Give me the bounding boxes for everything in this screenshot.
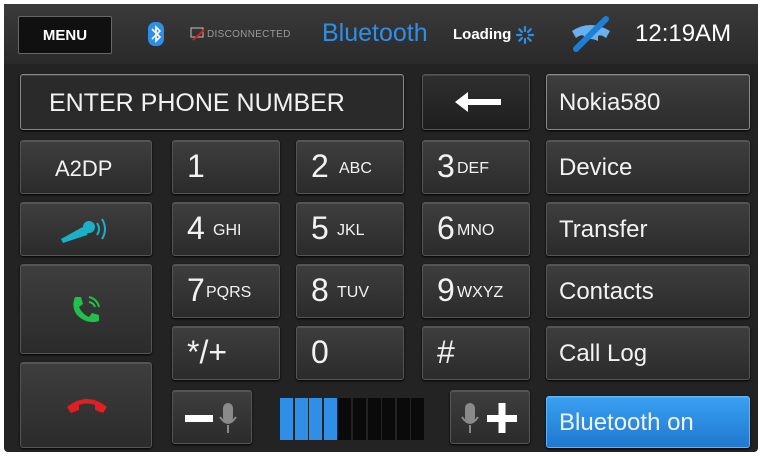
device-name-button[interactable]: Nokia580 bbox=[546, 74, 750, 130]
device-label: Device bbox=[559, 154, 633, 181]
key-hash[interactable]: # bbox=[422, 326, 530, 380]
a2dp-label: A2DP bbox=[55, 156, 113, 181]
volume-segment bbox=[353, 398, 366, 440]
volume-down-button[interactable] bbox=[172, 390, 252, 444]
key-4-letters: GHI bbox=[213, 222, 242, 239]
volume-down-icon bbox=[185, 403, 237, 433]
key-1-digit: 1 bbox=[187, 148, 205, 184]
loading-label: Loading bbox=[453, 26, 512, 43]
a2dp-button[interactable]: A2DP bbox=[20, 140, 152, 194]
device-name-label: Nokia580 bbox=[559, 89, 661, 116]
device-button[interactable]: Device bbox=[546, 140, 750, 194]
left-arrow-icon bbox=[455, 92, 501, 112]
key-7[interactable]: 7 PQRS bbox=[172, 264, 280, 318]
phone-number-placeholder: ENTER PHONE NUMBER bbox=[49, 89, 345, 117]
backspace-button[interactable] bbox=[422, 74, 530, 130]
key-3[interactable]: 3 DEF bbox=[422, 140, 530, 194]
key-2-letters: ABC bbox=[339, 160, 372, 177]
volume-segment bbox=[396, 398, 410, 440]
key-8[interactable]: 8 TUV bbox=[296, 264, 404, 318]
volume-segment bbox=[338, 398, 352, 440]
key-star-plus-label: */+ bbox=[187, 334, 228, 370]
contacts-label: Contacts bbox=[559, 278, 654, 305]
key-2[interactable]: 2 ABC bbox=[296, 140, 404, 194]
key-8-letters: TUV bbox=[337, 284, 369, 301]
volume-segment bbox=[309, 398, 323, 440]
volume-up-button[interactable] bbox=[450, 390, 530, 444]
transfer-button[interactable]: Transfer bbox=[546, 202, 750, 256]
answer-call-icon bbox=[73, 296, 100, 323]
key-3-digit: 3 bbox=[437, 148, 455, 184]
volume-segment bbox=[280, 398, 293, 440]
voice-dial-icon bbox=[61, 218, 106, 243]
key-5-digit: 5 bbox=[311, 210, 329, 246]
key-6-letters: MNO bbox=[457, 222, 495, 239]
key-7-letters: PQRS bbox=[206, 284, 252, 301]
phone-number-display[interactable]: ENTER PHONE NUMBER bbox=[20, 74, 404, 130]
clock: 12:19AM bbox=[635, 20, 732, 47]
bluetooth-on-label: Bluetooth on bbox=[559, 409, 694, 436]
volume-level-bar bbox=[280, 398, 426, 440]
key-9-letters: WXYZ bbox=[457, 284, 504, 301]
key-7-digit: 7 bbox=[187, 272, 205, 308]
status-bar: MENU DISCONNECTED Bluetooth Loading 12:1… bbox=[4, 4, 758, 64]
key-0-digit: 0 bbox=[311, 334, 329, 370]
key-6[interactable]: 6 MNO bbox=[422, 202, 530, 256]
phone-screen: MENU DISCONNECTED Bluetooth Loading 12:1… bbox=[4, 4, 758, 452]
volume-segment bbox=[367, 398, 381, 440]
menu-button[interactable]: MENU bbox=[18, 16, 112, 54]
key-8-digit: 8 bbox=[311, 272, 329, 308]
transfer-label: Transfer bbox=[559, 216, 648, 243]
page-title: Bluetooth bbox=[322, 19, 428, 47]
volume-segment bbox=[382, 398, 396, 440]
key-0[interactable]: 0 bbox=[296, 326, 404, 380]
key-1[interactable]: 1 bbox=[172, 140, 280, 194]
hang-up-icon bbox=[67, 399, 107, 413]
key-4-digit: 4 bbox=[187, 210, 205, 246]
contacts-button[interactable]: Contacts bbox=[546, 264, 750, 318]
key-star-plus[interactable]: */+ bbox=[172, 326, 280, 380]
key-5[interactable]: 5 JKL bbox=[296, 202, 404, 256]
volume-segment bbox=[294, 398, 308, 440]
key-3-letters: DEF bbox=[457, 160, 489, 177]
bluetooth-icon bbox=[148, 22, 164, 46]
hang-up-button[interactable] bbox=[20, 362, 152, 448]
volume-segment bbox=[323, 398, 337, 440]
key-2-digit: 2 bbox=[311, 148, 329, 184]
loading-spinner-icon bbox=[515, 25, 535, 45]
key-4[interactable]: 4 GHI bbox=[172, 202, 280, 256]
call-log-button[interactable]: Call Log bbox=[546, 326, 750, 380]
key-9-digit: 9 bbox=[437, 272, 455, 308]
volume-up-icon bbox=[461, 403, 517, 433]
bluetooth-on-button[interactable]: Bluetooth on bbox=[546, 396, 750, 448]
key-9[interactable]: 9 WXYZ bbox=[422, 264, 530, 318]
phone-disconnected-icon bbox=[572, 16, 610, 52]
key-hash-label: # bbox=[437, 334, 455, 370]
voice-dial-button[interactable] bbox=[20, 202, 152, 256]
connection-status: DISCONNECTED bbox=[207, 29, 291, 40]
disconnected-icon bbox=[190, 27, 205, 41]
key-5-letters: JKL bbox=[337, 222, 365, 239]
key-6-digit: 6 bbox=[437, 210, 455, 246]
answer-call-button[interactable] bbox=[20, 264, 152, 354]
volume-segment bbox=[411, 398, 425, 440]
call-log-label: Call Log bbox=[559, 340, 648, 367]
